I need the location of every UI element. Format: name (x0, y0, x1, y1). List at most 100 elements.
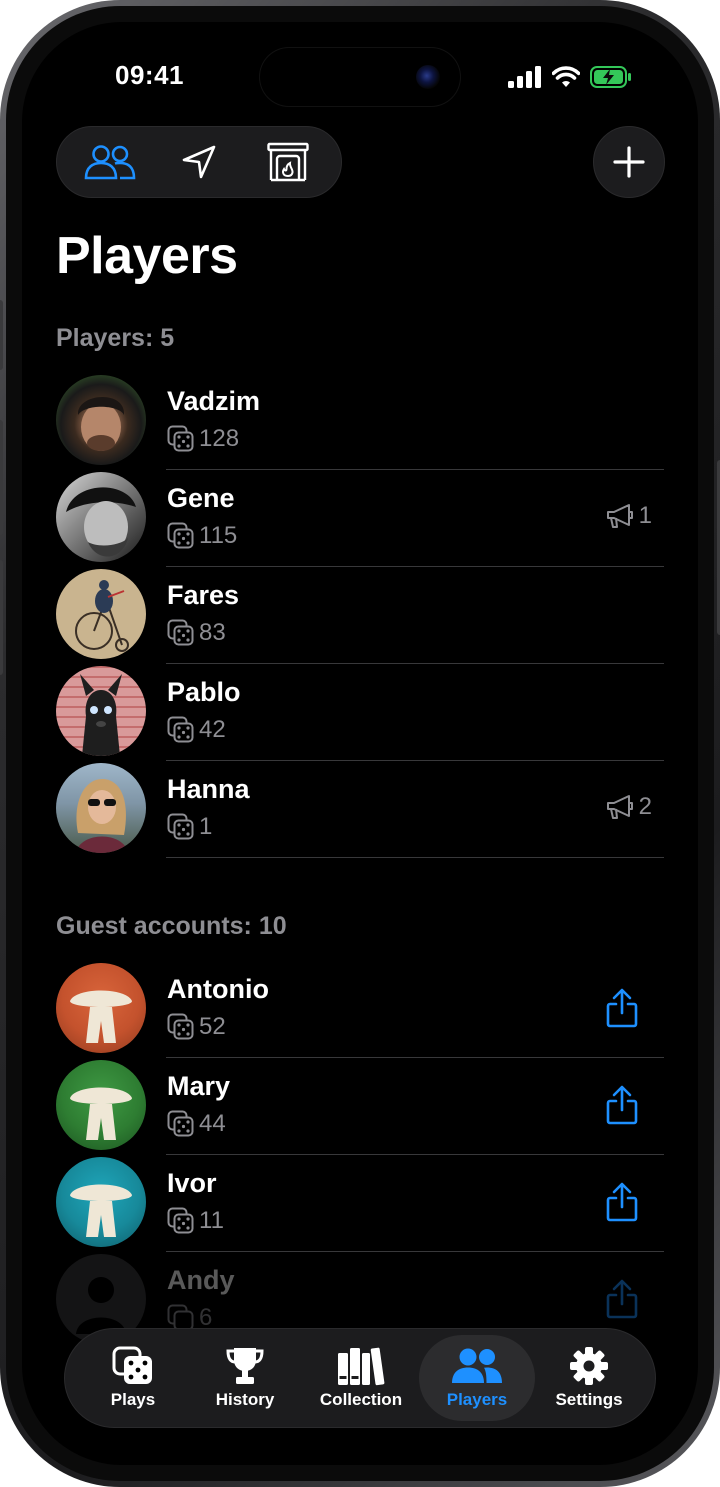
books-icon (338, 1347, 385, 1386)
share-button[interactable] (605, 987, 639, 1034)
guest-name: Andy (167, 1265, 235, 1295)
trophy-icon (226, 1348, 264, 1384)
people-view-button[interactable] (75, 132, 145, 192)
dice-icon (167, 1013, 194, 1040)
dice-icon (112, 1346, 152, 1384)
signal-icon (508, 66, 541, 88)
share-button[interactable] (605, 1084, 639, 1131)
tab-history[interactable]: History (187, 1335, 303, 1421)
people-icon (84, 145, 135, 180)
list-item-player[interactable]: Hanna 1 2 (56, 761, 664, 858)
tab-settings[interactable]: Settings (531, 1335, 647, 1421)
mushroom-icon (70, 1184, 132, 1237)
play-count: 128 (167, 425, 239, 453)
page-title: Players (56, 227, 238, 285)
tab-label: History (215, 1390, 275, 1409)
play-count-value: 83 (199, 619, 226, 646)
status-time: 09:41 (115, 60, 184, 90)
player-name: Vadzim (167, 386, 261, 416)
share-icon (606, 1279, 638, 1319)
fireplace-icon (267, 142, 310, 182)
share-icon (606, 988, 638, 1028)
fireplace-view-button[interactable] (253, 132, 323, 192)
gear-icon (570, 1347, 608, 1385)
tab-label: Players (446, 1390, 508, 1409)
phone-frame: 09:41 Players Players: 5 Vadzim 128 Gene… (0, 0, 720, 1487)
dice-icon (167, 619, 194, 646)
tab-label: Plays (110, 1390, 156, 1409)
list-item-player[interactable]: Pablo 42 (56, 664, 664, 761)
play-count-value: 52 (199, 1013, 226, 1040)
tab-collection[interactable]: Collection (303, 1335, 419, 1421)
play-count-value: 11 (199, 1207, 224, 1234)
battery-icon (590, 66, 631, 88)
screen: 09:41 Players Players: 5 Vadzim 128 Gene… (22, 22, 698, 1465)
play-count: 115 (167, 522, 237, 550)
guests-section-header: Guest accounts: 10 (56, 912, 287, 940)
dynamic-island (260, 48, 460, 106)
guest-avatar (56, 1060, 146, 1150)
player-name: Pablo (167, 677, 241, 707)
avatar (56, 569, 146, 659)
announcement-badge: 1 (605, 502, 652, 530)
people-icon (452, 1348, 502, 1383)
avatar (56, 472, 146, 562)
player-name: Gene (167, 483, 235, 513)
tab-label: Settings (555, 1390, 623, 1409)
players-section-header: Players: 5 (56, 324, 175, 352)
add-player-button[interactable] (593, 126, 665, 198)
location-arrow-icon (182, 145, 216, 179)
mushroom-icon (70, 1087, 132, 1140)
dice-icon (167, 425, 194, 452)
play-count: 83 (167, 619, 226, 647)
guest-avatar (56, 1157, 146, 1247)
avatar (56, 666, 146, 756)
guest-name: Antonio (167, 974, 269, 1004)
avatar (56, 375, 146, 465)
megaphone-icon (606, 795, 633, 819)
play-count: 1 (167, 813, 212, 841)
share-button[interactable] (605, 1181, 639, 1228)
guest-name: Ivor (167, 1168, 217, 1198)
view-switcher (56, 126, 342, 198)
announcement-badge: 2 (605, 793, 652, 821)
volume-down-button (0, 560, 3, 675)
share-icon (606, 1085, 638, 1125)
play-count-value: 44 (199, 1110, 226, 1137)
play-count-value: 1 (199, 813, 213, 840)
plus-icon (613, 146, 645, 178)
dice-icon (167, 716, 194, 743)
dice-icon (167, 522, 194, 549)
play-count: 52 (167, 1013, 226, 1041)
avatar (56, 763, 146, 853)
tab-players[interactable]: Players (419, 1335, 535, 1421)
location-view-button[interactable] (164, 132, 234, 192)
tab-plays[interactable]: Plays (75, 1335, 191, 1421)
status-icons (508, 66, 632, 88)
wifi-icon (552, 66, 580, 87)
guest-avatar (56, 963, 146, 1053)
guest-name: Mary (167, 1071, 231, 1101)
play-count: 42 (167, 716, 226, 744)
share-icon (606, 1182, 638, 1222)
megaphone-icon (606, 504, 633, 528)
divider (166, 857, 664, 858)
list-item-player[interactable]: Gene 115 1 (56, 470, 664, 567)
share-button[interactable] (605, 1278, 639, 1325)
dice-icon (167, 1207, 194, 1234)
player-name: Hanna (167, 774, 250, 804)
play-count-value: 115 (199, 522, 238, 549)
camera-icon (416, 65, 440, 89)
volume-up-button (0, 420, 3, 535)
play-count-value: 42 (199, 716, 226, 743)
dice-icon (167, 1110, 194, 1137)
player-name: Fares (167, 580, 240, 610)
mushroom-icon (70, 990, 132, 1043)
list-item-player[interactable]: Fares 83 (56, 567, 664, 664)
list-item-guest[interactable]: Antonio 52 (56, 961, 664, 1058)
list-item-player[interactable]: Vadzim 128 (56, 373, 664, 470)
list-item-guest[interactable]: Mary 44 (56, 1058, 664, 1155)
list-item-guest[interactable]: Ivor 11 (56, 1155, 664, 1252)
play-count: 44 (167, 1110, 226, 1138)
announcement-count: 2 (638, 793, 652, 820)
